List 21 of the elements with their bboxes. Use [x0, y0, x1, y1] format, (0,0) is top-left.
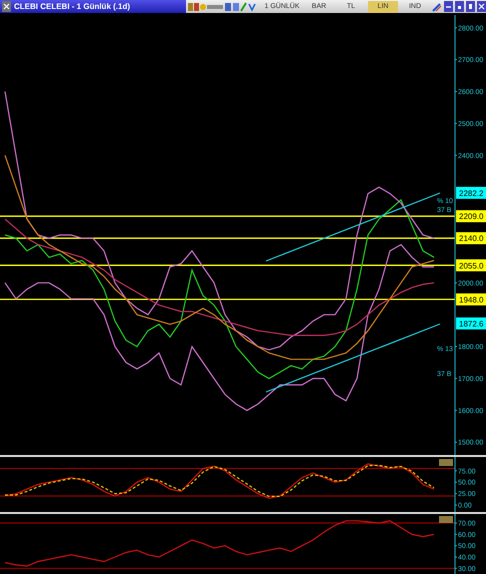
pencil-icon[interactable]	[432, 2, 442, 12]
panel-handle-icon[interactable]	[439, 516, 453, 523]
restore-icon[interactable]	[455, 1, 464, 12]
annotation: 2282.2	[459, 189, 484, 198]
ref-line-label: 2055.0	[459, 262, 484, 271]
ref-line-label: 2140.0	[459, 234, 484, 244]
maximize-icon[interactable]	[466, 1, 475, 12]
price-marker: 2209.0	[456, 210, 486, 222]
price-marker: 1872.6	[456, 318, 486, 330]
price-marker: 2055.0	[456, 260, 486, 272]
annotation: 1872.6	[459, 320, 484, 329]
price-marker: 2282.2	[456, 187, 486, 200]
ref-line-label: 1948.0	[459, 296, 484, 305]
minimize-icon[interactable]	[444, 1, 453, 12]
window-title: CLEBI CELEBI - 1 Günlük (.1d)	[14, 2, 130, 12]
close-icon[interactable]	[477, 1, 486, 12]
panel-handle-icon[interactable]	[439, 459, 453, 466]
price-marker: 1948.0	[456, 294, 486, 306]
ref-line-label: 2209.0	[459, 212, 484, 222]
price-marker: 2140.0	[456, 232, 486, 244]
close-icon[interactable]	[2, 1, 11, 12]
